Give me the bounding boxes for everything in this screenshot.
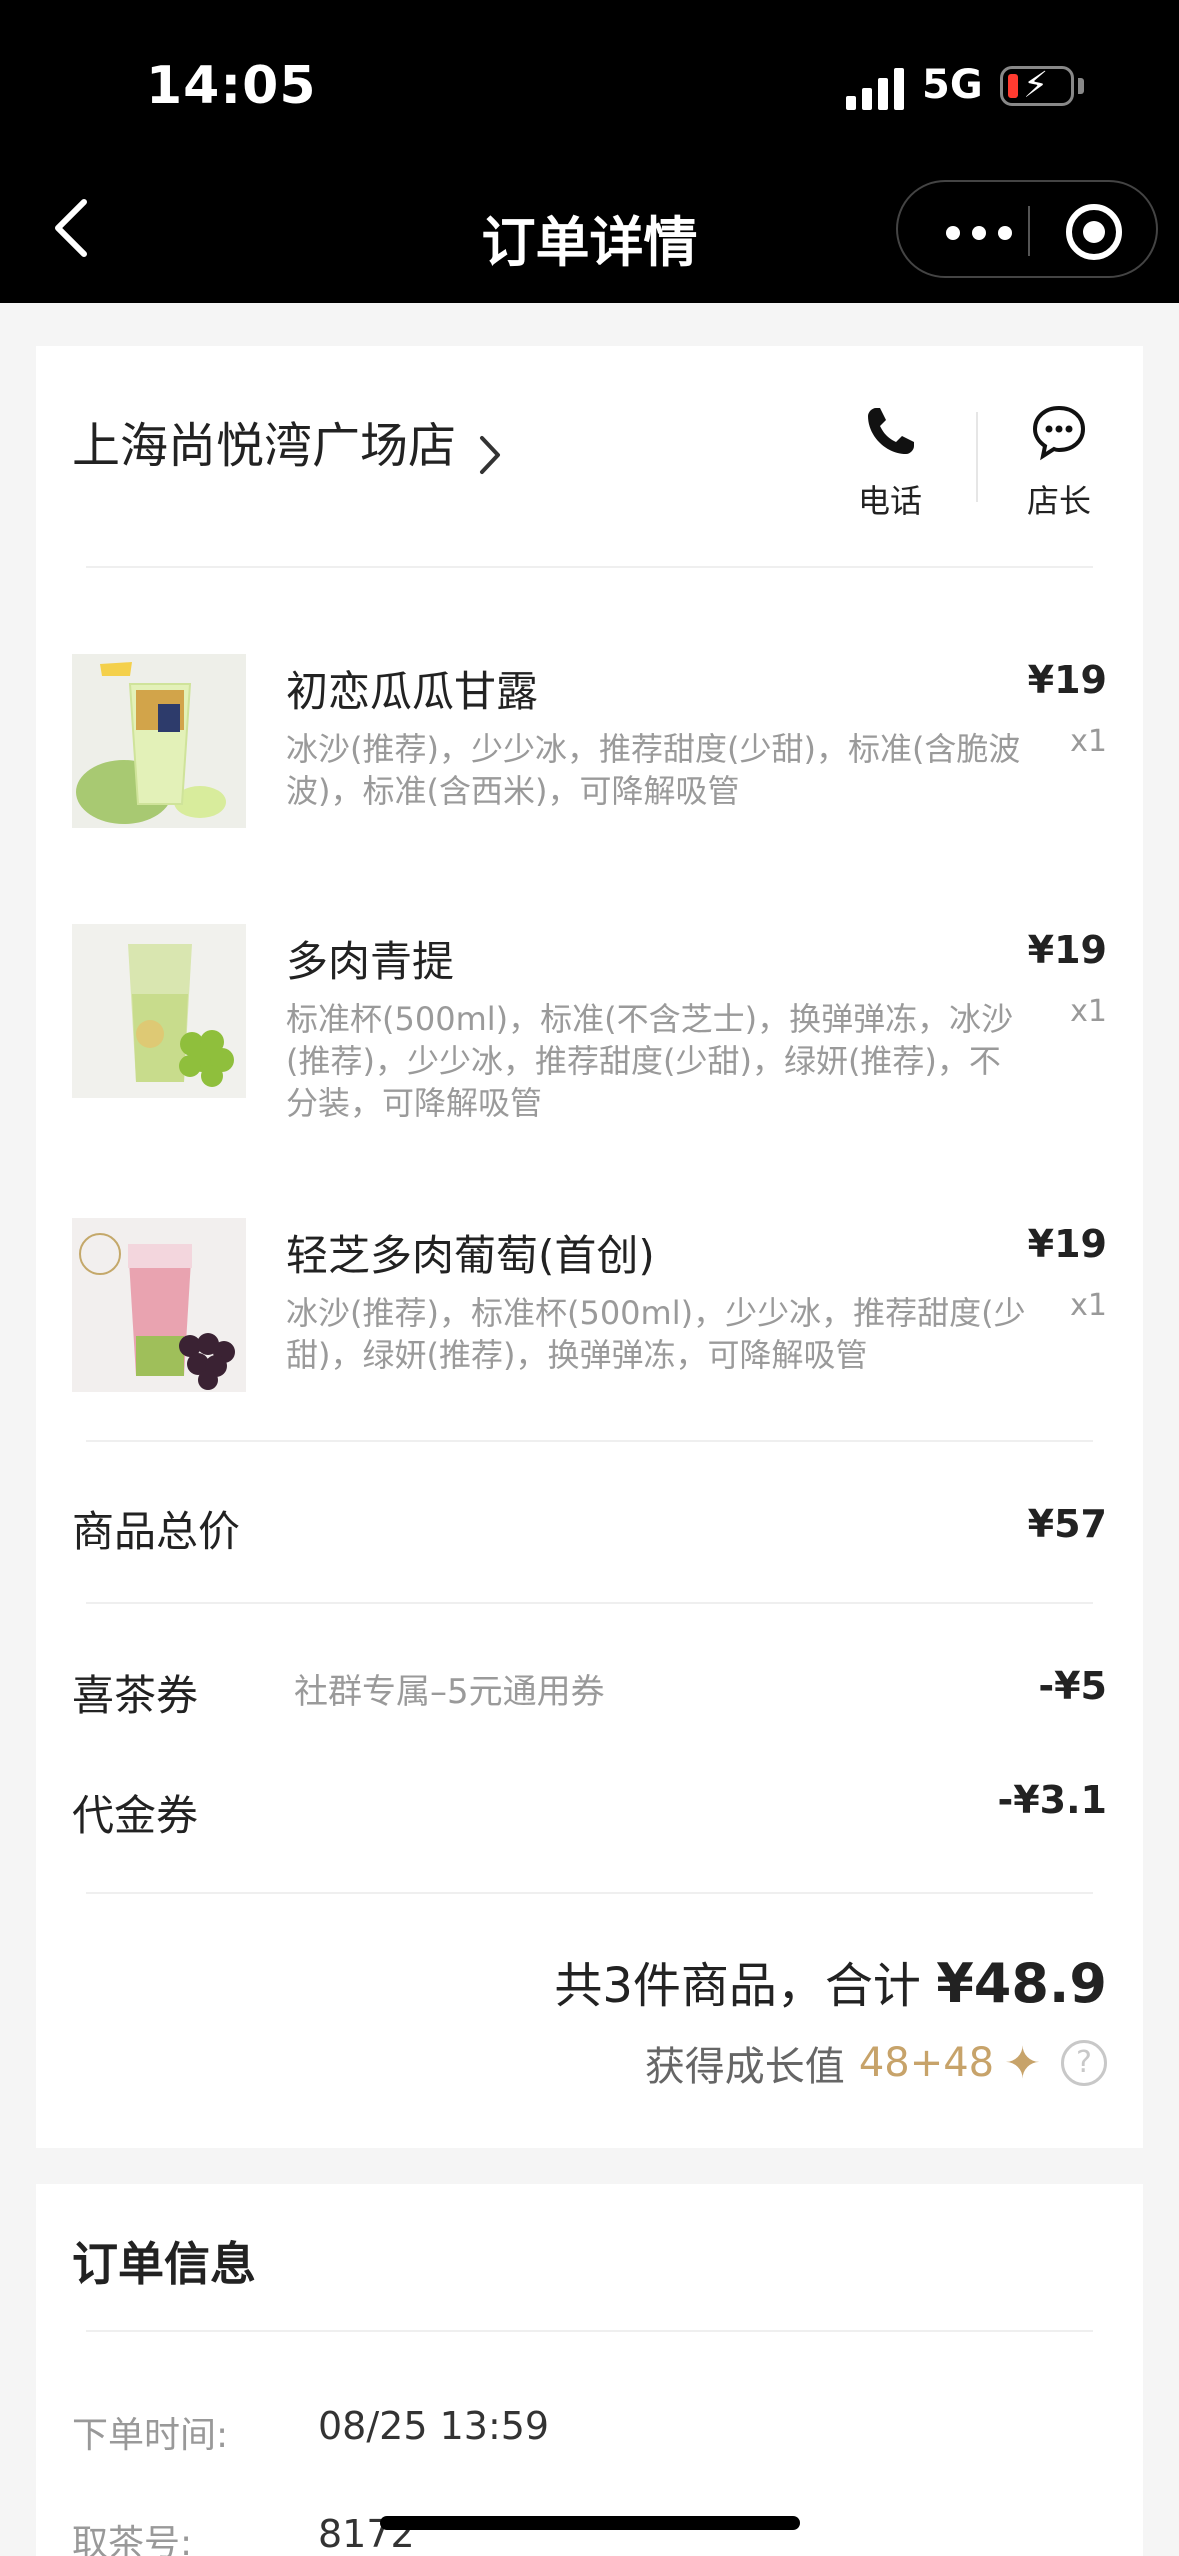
coupon-value: -¥5 xyxy=(1038,1664,1107,1708)
contact-divider xyxy=(976,412,978,502)
item-name: 轻芝多肉葡萄(首创) xyxy=(286,1231,655,1280)
item-name: 初恋瓜瓜甘露 xyxy=(286,667,539,716)
growth-row: 获得成长值 48+48 ✦ ? xyxy=(645,2034,1107,2092)
home-indicator xyxy=(380,2516,800,2530)
sparkle-icon: ✦ xyxy=(1004,2037,1041,2089)
item-qty: x1 xyxy=(1070,994,1107,1029)
phone-button[interactable]: 电话 xyxy=(830,402,950,522)
item-qty: x1 xyxy=(1070,724,1107,759)
item-spec: 冰沙(推荐)，少少冰，推荐甜度(少甜)，标准(含脆波波)，标准(含西米)，可降解… xyxy=(286,730,1021,810)
item-spec: 标准杯(500ml)，标准(不含芝士)，换弹弹冻，冰沙(推荐)，少少冰，推荐甜度… xyxy=(286,1000,1014,1122)
coupon-note: 社群专属–5元通用券 xyxy=(294,1672,605,1712)
order-item: 轻芝多肉葡萄(首创) 冰沙(推荐)，标准杯(500ml)，少少冰，推荐甜度(少甜… xyxy=(72,1218,1107,1418)
divider xyxy=(86,1440,1093,1442)
divider xyxy=(86,2330,1093,2332)
voucher-label: 代金券 xyxy=(72,1791,199,1840)
chat-icon xyxy=(1032,405,1086,461)
order-time-label: 下单时间: xyxy=(72,2415,229,2456)
help-icon[interactable]: ? xyxy=(1061,2040,1107,2086)
order-info-card: 订单信息 下单时间: 08/25 13:59 取茶号: 8172 xyxy=(36,2184,1143,2556)
product-image xyxy=(72,924,246,1098)
item-price: ¥19 xyxy=(1027,1222,1107,1266)
capsule-divider xyxy=(1028,206,1030,256)
product-image xyxy=(72,654,246,828)
goods-total-label: 商品总价 xyxy=(72,1507,241,1556)
total-prefix: 共3件商品，合计 xyxy=(554,1958,921,2014)
divider xyxy=(86,1602,1093,1604)
item-spec: 冰沙(推荐)，标准杯(500ml)，少少冰，推荐甜度(少甜)，绿妍(推荐)，换弹… xyxy=(286,1294,1026,1374)
store-name[interactable]: 上海尚悦湾广场店 xyxy=(72,406,456,476)
item-price: ¥19 xyxy=(1027,928,1107,972)
phone-label: 电话 xyxy=(857,482,922,520)
more-button[interactable] xyxy=(934,202,1024,258)
total-amount: ¥48.9 xyxy=(936,1952,1107,2015)
product-image xyxy=(72,1218,246,1392)
manager-button[interactable]: 店长 xyxy=(999,402,1119,522)
voucher-value: -¥3.1 xyxy=(997,1778,1107,1822)
close-miniprogram-button[interactable] xyxy=(1066,204,1122,260)
order-total: 共3件商品，合计 ¥48.9 xyxy=(554,1946,1107,2016)
divider xyxy=(86,566,1093,568)
signal-icon xyxy=(846,66,906,110)
pickup-number-label: 取茶号: xyxy=(72,2523,193,2556)
divider xyxy=(86,1892,1093,1894)
order-item: 多肉青提 标准杯(500ml)，标准(不含芝士)，换弹弹冻，冰沙(推荐)，少少冰… xyxy=(72,924,1107,1144)
growth-label: 获得成长值 xyxy=(644,2044,845,2090)
order-info-title: 订单信息 xyxy=(72,2237,256,2291)
network-label: 5G xyxy=(922,62,983,108)
phone-icon xyxy=(868,408,914,454)
order-item: 初恋瓜瓜甘露 冰沙(推荐)，少少冰，推荐甜度(少甜)，标准(含脆波波)，标准(含… xyxy=(72,654,1107,854)
chevron-right-icon xyxy=(480,436,500,474)
order-time-value: 08/25 13:59 xyxy=(318,2404,550,2448)
battery-icon: ⚡ xyxy=(1000,65,1074,106)
item-qty: x1 xyxy=(1070,1288,1107,1323)
manager-label: 店长 xyxy=(1026,482,1091,520)
top-bar: 14:05 5G ⚡ 订单详情 xyxy=(0,0,1179,303)
miniprogram-capsule xyxy=(896,180,1158,278)
battery-tip xyxy=(1078,78,1084,94)
status-time: 14:05 xyxy=(146,56,317,116)
item-name: 多肉青提 xyxy=(286,937,455,986)
order-card: 上海尚悦湾广场店 电话 店长 初恋瓜瓜甘露 冰沙(推荐)，少少冰，推荐甜度(少甜… xyxy=(36,346,1143,2148)
goods-total-value: ¥57 xyxy=(1027,1502,1107,1546)
item-price: ¥19 xyxy=(1027,658,1107,702)
coupon-label: 喜茶券 xyxy=(72,1671,199,1720)
growth-value: 48+48 xyxy=(858,2040,995,2086)
